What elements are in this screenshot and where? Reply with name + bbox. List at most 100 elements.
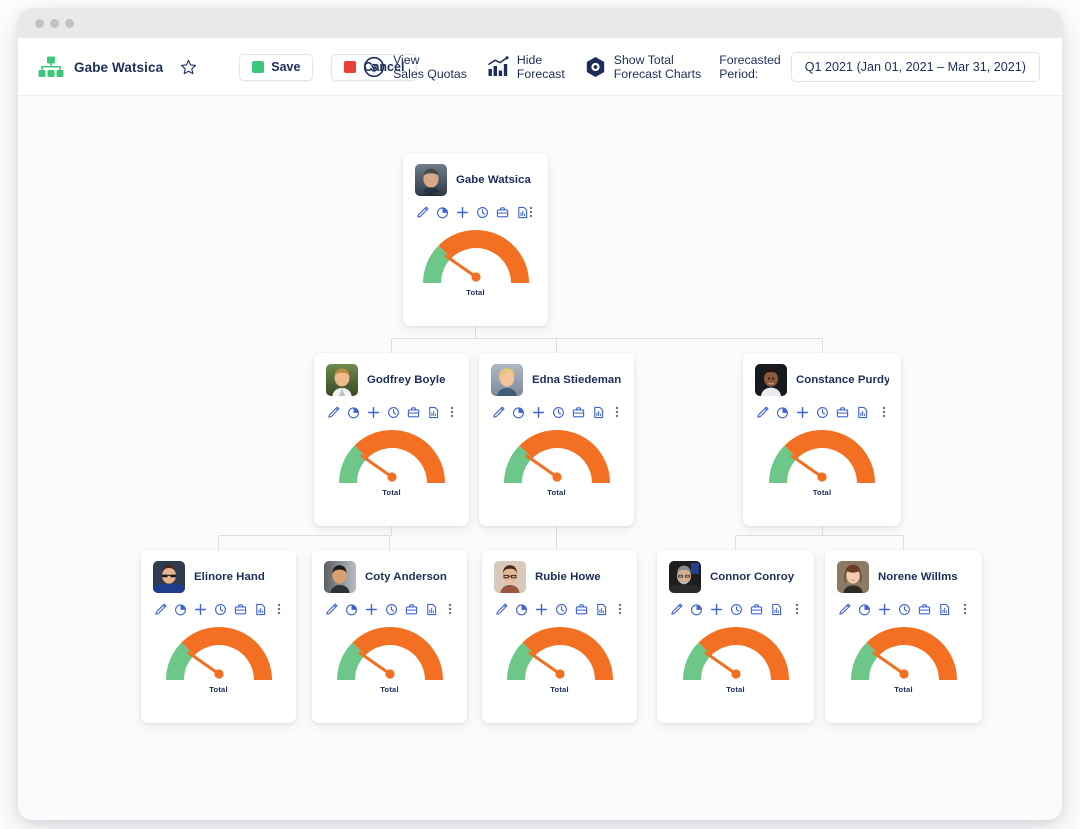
org-node-card[interactable]: Elinore Hand Total <box>141 550 296 723</box>
plus-icon[interactable] <box>452 203 472 221</box>
view-sales-quotas-button[interactable]: $ View Sales Quotas <box>353 47 477 87</box>
window-titlebar <box>18 8 1062 38</box>
vertical-dots-icon[interactable] <box>877 403 891 421</box>
org-chart-icon <box>38 56 64 78</box>
avatar <box>326 364 358 396</box>
report-doc-icon[interactable] <box>591 600 611 618</box>
card-header: Norene Willms <box>825 550 982 593</box>
briefcase-icon[interactable] <box>568 403 588 421</box>
vertical-dots-icon[interactable] <box>610 403 624 421</box>
pie-chart-icon[interactable] <box>170 600 190 618</box>
briefcase-icon[interactable] <box>401 600 421 618</box>
pie-chart-icon[interactable] <box>772 403 792 421</box>
briefcase-icon[interactable] <box>571 600 591 618</box>
org-node-card[interactable]: Connor Conroy Total <box>657 550 814 723</box>
report-doc-icon[interactable] <box>766 600 786 618</box>
browser-window: Gabe Watsica Save Cancel $ View Sales Qu… <box>18 8 1062 820</box>
org-node-card[interactable]: Coty Anderson Total <box>312 550 467 723</box>
plus-icon[interactable] <box>706 600 726 618</box>
clock-icon[interactable] <box>381 600 401 618</box>
plus-icon[interactable] <box>190 600 210 618</box>
vertical-dots-icon[interactable] <box>524 203 538 221</box>
pencil-icon[interactable] <box>150 600 170 618</box>
vertical-dots-icon[interactable] <box>790 600 804 618</box>
clock-icon[interactable] <box>812 403 832 421</box>
clock-icon[interactable] <box>548 403 568 421</box>
close-window-button[interactable] <box>35 19 44 28</box>
avatar <box>755 364 787 396</box>
report-doc-icon[interactable] <box>421 600 441 618</box>
vertical-dots-icon[interactable] <box>613 600 627 618</box>
org-node-card[interactable]: Norene Willms Total <box>825 550 982 723</box>
forecast-gauge: Total <box>403 221 548 297</box>
clock-icon[interactable] <box>472 203 492 221</box>
pencil-icon[interactable] <box>488 403 508 421</box>
vertical-dots-icon[interactable] <box>272 600 286 618</box>
dollar-circle-icon: $ <box>363 56 385 78</box>
report-doc-icon[interactable] <box>588 403 608 421</box>
vertical-dots-icon[interactable] <box>443 600 457 618</box>
org-node-card[interactable]: Rubie Howe Total <box>482 550 637 723</box>
briefcase-icon[interactable] <box>832 403 852 421</box>
briefcase-icon[interactable] <box>492 203 512 221</box>
plus-icon[interactable] <box>531 600 551 618</box>
pie-chart-icon[interactable] <box>854 600 874 618</box>
org-node-card[interactable]: Gabe Watsica Total <box>403 153 548 326</box>
briefcase-icon[interactable] <box>746 600 766 618</box>
org-node-card[interactable]: Godfrey Boyle Total <box>314 353 469 526</box>
clock-icon[interactable] <box>210 600 230 618</box>
show-total-forecast-charts-button[interactable]: Show Total Forecast Charts <box>575 47 711 87</box>
plus-icon[interactable] <box>792 403 812 421</box>
org-node-card[interactable]: Constance Purdy Total <box>743 353 901 526</box>
report-doc-icon[interactable] <box>423 403 443 421</box>
pie-chart-icon[interactable] <box>508 403 528 421</box>
clock-icon[interactable] <box>551 600 571 618</box>
avatar <box>494 561 526 593</box>
pie-chart-icon[interactable] <box>432 203 452 221</box>
app-root: Gabe Watsica Save Cancel $ View Sales Qu… <box>0 0 1080 829</box>
briefcase-icon[interactable] <box>230 600 250 618</box>
maximize-window-button[interactable] <box>65 19 74 28</box>
plus-icon[interactable] <box>528 403 548 421</box>
pencil-icon[interactable] <box>323 403 343 421</box>
pencil-icon[interactable] <box>666 600 686 618</box>
star-icon[interactable] <box>177 56 199 78</box>
pencil-icon[interactable] <box>491 600 511 618</box>
minimize-window-button[interactable] <box>50 19 59 28</box>
card-header: Gabe Watsica <box>403 153 548 196</box>
pencil-icon[interactable] <box>834 600 854 618</box>
vertical-dots-icon[interactable] <box>445 403 459 421</box>
svg-text:$: $ <box>371 62 377 74</box>
person-name: Connor Conroy <box>710 571 795 583</box>
plus-icon[interactable] <box>874 600 894 618</box>
pie-chart-icon[interactable] <box>686 600 706 618</box>
save-button[interactable]: Save <box>239 53 314 81</box>
org-node-card[interactable]: Edna Stiedemann Total <box>479 353 634 526</box>
clock-icon[interactable] <box>894 600 914 618</box>
briefcase-icon[interactable] <box>914 600 934 618</box>
report-doc-icon[interactable] <box>934 600 954 618</box>
pencil-icon[interactable] <box>412 203 432 221</box>
pencil-icon[interactable] <box>321 600 341 618</box>
org-chart-canvas[interactable]: Gabe Watsica Total Godfrey Boyle Total E… <box>18 97 1062 820</box>
vertical-dots-icon[interactable] <box>958 600 972 618</box>
pencil-icon[interactable] <box>752 403 772 421</box>
forecast-gauge: Total <box>825 618 982 694</box>
report-doc-icon[interactable] <box>852 403 872 421</box>
briefcase-icon[interactable] <box>403 403 423 421</box>
card-action-icons <box>403 196 548 221</box>
forecasted-period-select[interactable]: Q1 2021 (Jan 01, 2021 – Mar 31, 2021) <box>790 52 1040 82</box>
pie-chart-icon[interactable] <box>341 600 361 618</box>
plus-icon[interactable] <box>363 403 383 421</box>
clock-icon[interactable] <box>383 403 403 421</box>
plus-icon[interactable] <box>361 600 381 618</box>
card-header: Rubie Howe <box>482 550 637 593</box>
person-name: Norene Willms <box>878 571 958 583</box>
pie-chart-icon[interactable] <box>343 403 363 421</box>
hide-forecast-button[interactable]: Hide Forecast <box>477 47 575 87</box>
report-doc-icon[interactable] <box>250 600 270 618</box>
pie-chart-icon[interactable] <box>511 600 531 618</box>
card-header: Connor Conroy <box>657 550 814 593</box>
person-name: Constance Purdy <box>796 374 889 386</box>
clock-icon[interactable] <box>726 600 746 618</box>
